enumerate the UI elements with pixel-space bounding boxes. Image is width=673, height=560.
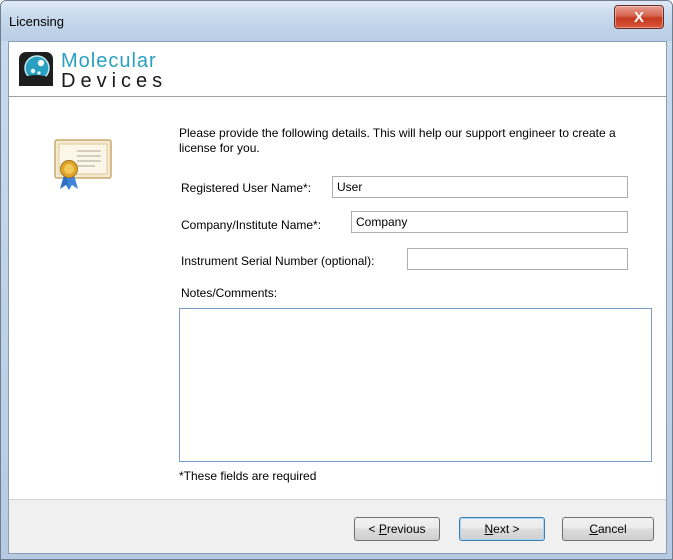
next-button[interactable]: Next > [459,517,545,541]
brand-header: Molecular Devices [9,42,666,97]
previous-mnemonic: P [378,522,387,536]
serial-number-input[interactable] [407,248,628,270]
title-bar[interactable]: Licensing X [1,1,672,41]
certificate-icon [54,139,112,190]
previous-button[interactable]: < Previous [354,517,440,541]
form-area: Please provide the following details. Th… [9,97,666,499]
window-title: Licensing [9,14,64,29]
cancel-button[interactable]: Cancel [562,517,654,541]
licensing-window: Licensing X Molecular Devices Please pro… [0,0,673,560]
button-bar: < Previous Next > Cancel [9,499,666,553]
cancel-mnemonic: C [589,522,598,536]
registered-user-name-label: Registered User Name*: [181,181,312,195]
notes-label: Notes/Comments: [181,286,278,300]
previous-prefix: < [368,522,379,536]
notes-textarea[interactable] [179,308,652,462]
next-mnemonic: N [484,522,494,536]
molecular-devices-logo-icon [19,52,53,86]
close-button[interactable]: X [614,5,664,29]
company-name-input[interactable] [351,211,628,233]
intro-text: Please provide the following details. Th… [179,126,616,155]
company-name-label: Company/Institute Name*: [181,218,322,232]
required-fields-note: *These fields are required [179,469,317,483]
brand-name-line2: Devices [61,70,168,92]
close-icon: X [633,8,644,26]
serial-number-label: Instrument Serial Number (optional): [181,254,375,268]
registered-user-name-input[interactable] [332,176,628,198]
next-rest: ext > [493,522,520,536]
previous-rest: revious [386,522,426,536]
cancel-rest: ancel [597,522,627,536]
dialog-client: Molecular Devices Please provide the fol… [8,41,667,554]
